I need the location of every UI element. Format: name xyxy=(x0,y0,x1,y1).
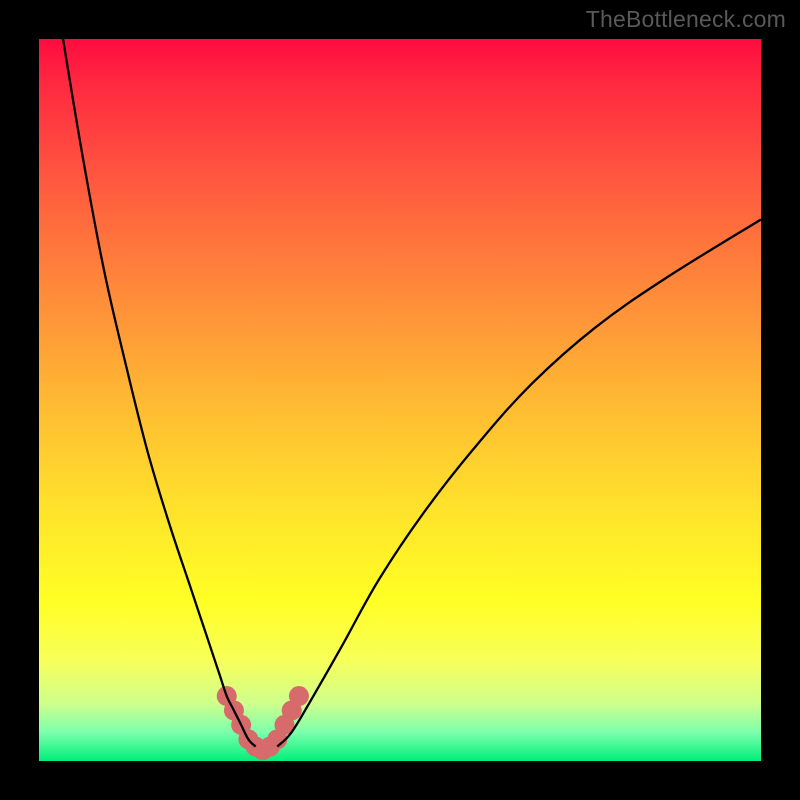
valley-marker xyxy=(289,686,309,706)
watermark-text: TheBottleneck.com xyxy=(586,6,786,33)
curve-svg xyxy=(39,39,761,761)
left-branch-path xyxy=(61,25,256,747)
right-branch-path xyxy=(277,220,761,747)
chart-frame: TheBottleneck.com xyxy=(0,0,800,800)
valley-markers xyxy=(217,686,309,760)
plot-area xyxy=(39,39,761,761)
